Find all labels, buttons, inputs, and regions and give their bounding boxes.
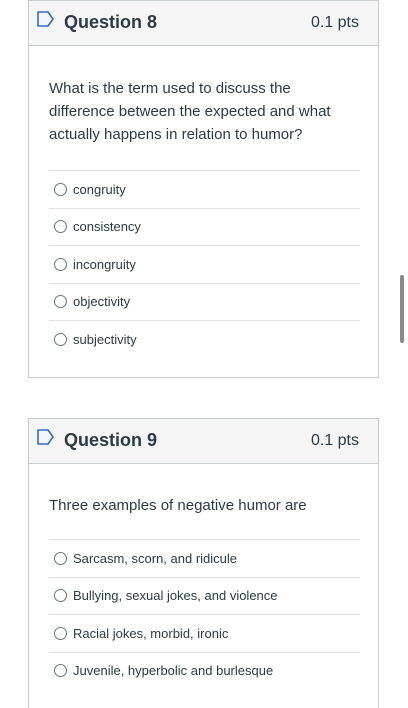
answer-list: congruity consistency incongruity object… xyxy=(49,170,360,358)
radio-button-icon[interactable] xyxy=(54,295,67,309)
answer-label: objectivity xyxy=(73,294,131,310)
answer-label: subjectivity xyxy=(73,331,137,347)
radio-button-icon[interactable] xyxy=(54,589,67,603)
answer-option[interactable]: subjectivity xyxy=(49,320,360,358)
answer-option[interactable]: consistency xyxy=(49,207,360,246)
radio-button-icon[interactable] xyxy=(54,626,67,640)
radio-button-icon[interactable] xyxy=(54,664,67,678)
question-card-8: Question 8 0.1 pts What is the term used… xyxy=(28,0,379,378)
question-points: 0.1 pts xyxy=(310,432,359,449)
answer-option[interactable]: Sarcasm, scorn, and ridicule xyxy=(49,539,360,577)
question-header: Question 9 0.1 pts xyxy=(29,419,378,464)
radio-button-icon[interactable] xyxy=(54,220,67,234)
answer-label: Racial jokes, morbid, ironic xyxy=(73,625,229,641)
answer-label: Juvenile, hyperbolic and burlesque xyxy=(73,663,274,679)
scrollbar-thumb[interactable] xyxy=(400,275,404,343)
answer-option[interactable]: incongruity xyxy=(49,245,360,283)
flag-question-icon[interactable] xyxy=(37,11,55,27)
answer-option[interactable]: Racial jokes, morbid, ironic xyxy=(49,614,360,652)
question-title: Question 9 xyxy=(64,430,158,450)
answer-label: Sarcasm, scorn, and ridicule xyxy=(73,550,238,566)
radio-button-icon[interactable] xyxy=(54,182,67,196)
answer-label: incongruity xyxy=(73,256,136,272)
question-header: Question 8 0.1 pts xyxy=(29,1,378,46)
question-card-9: Question 9 0.1 pts Three examples of neg… xyxy=(28,418,379,708)
answer-option[interactable]: objectivity xyxy=(49,282,360,321)
answer-list: Sarcasm, scorn, and ridicule Bullying, s… xyxy=(49,539,360,689)
answer-label: consistency xyxy=(73,219,141,235)
answer-option[interactable]: Bullying, sexual jokes, and violence xyxy=(49,576,360,615)
flag-question-icon[interactable] xyxy=(37,429,55,445)
radio-button-icon[interactable] xyxy=(54,551,67,565)
question-title: Question 8 xyxy=(64,12,158,32)
question-points: 0.1 pts xyxy=(310,14,359,31)
answer-label: congruity xyxy=(73,181,126,197)
radio-button-icon[interactable] xyxy=(54,332,67,346)
answer-label: Bullying, sexual jokes, and violence xyxy=(73,588,278,604)
answer-option[interactable]: congruity xyxy=(49,170,360,208)
question-text: What is the term used to discuss the dif… xyxy=(49,80,331,143)
answer-option[interactable]: Juvenile, hyperbolic and burlesque xyxy=(49,651,360,690)
radio-button-icon[interactable] xyxy=(54,257,67,271)
question-text: Three examples of negative humor are xyxy=(49,497,307,514)
